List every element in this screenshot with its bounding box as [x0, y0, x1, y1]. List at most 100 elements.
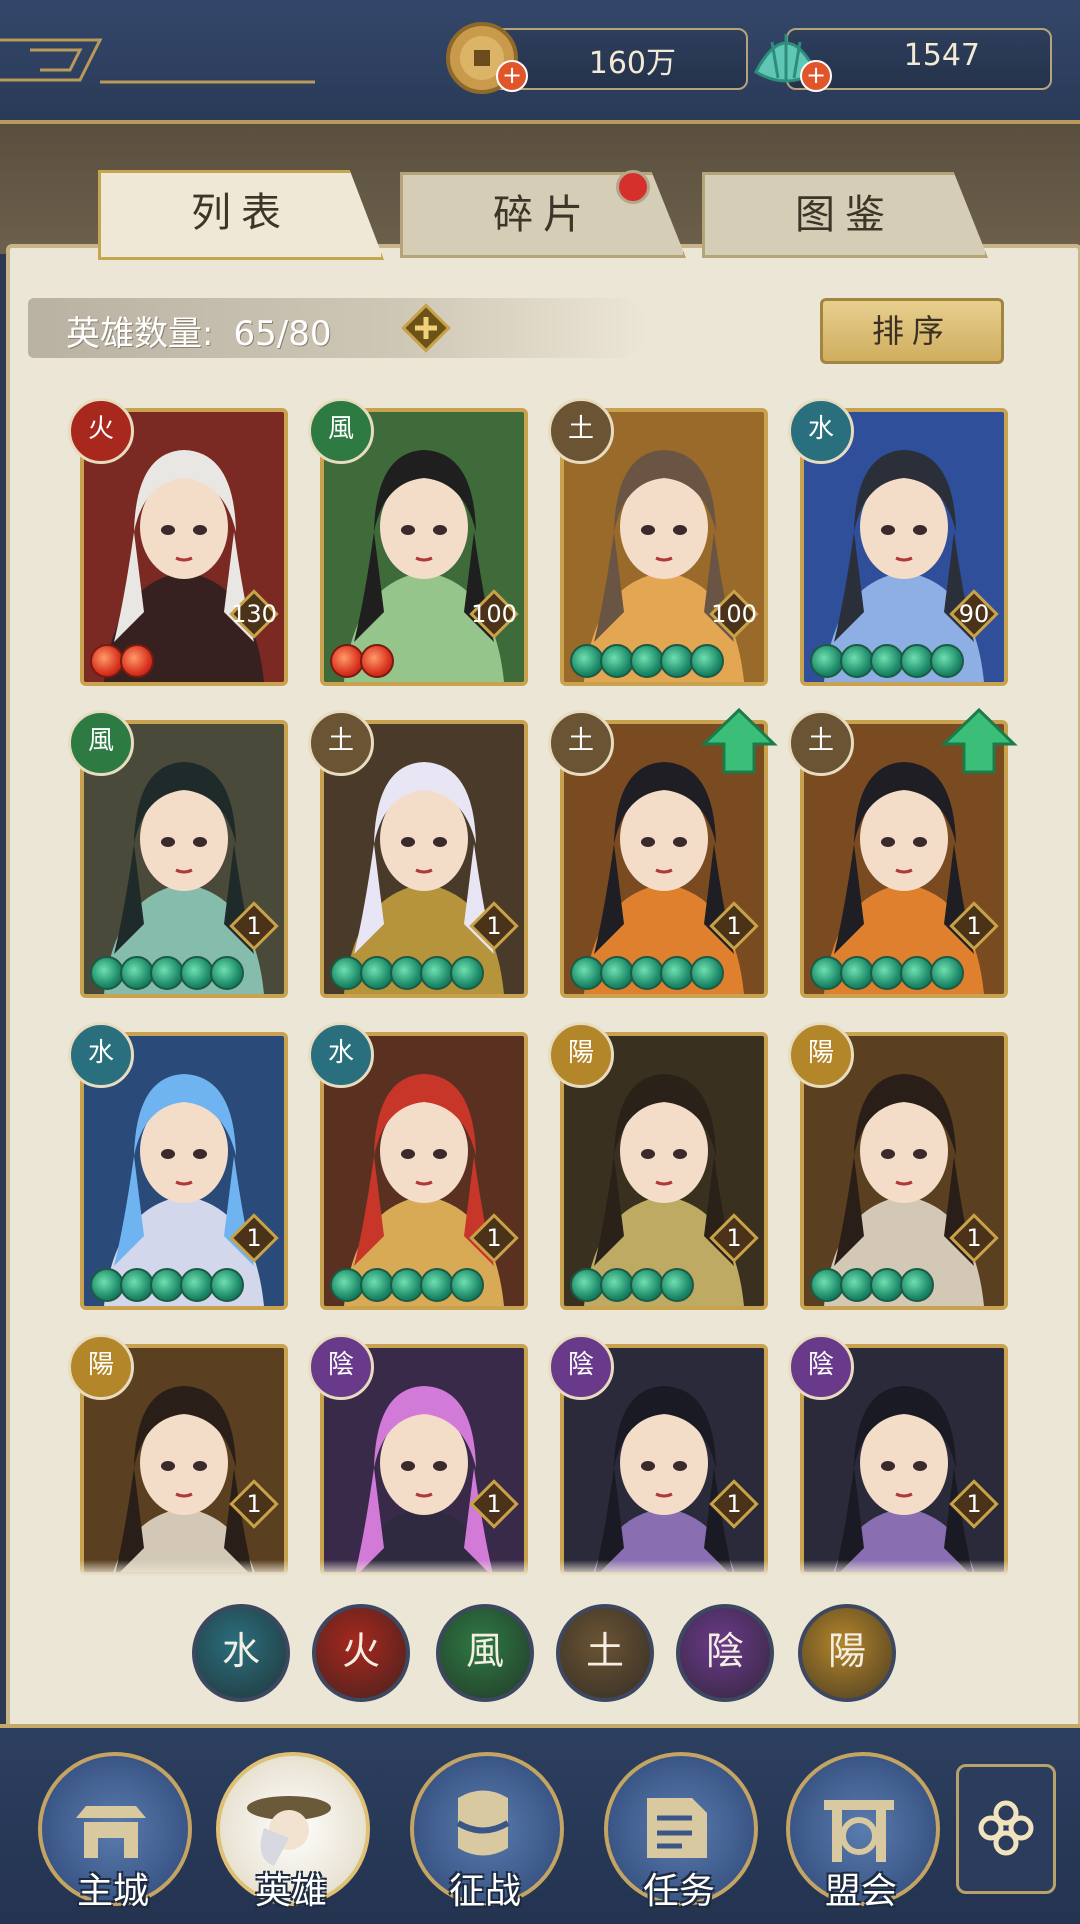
element-filter-button[interactable]: 風: [436, 1604, 534, 1702]
sort-button[interactable]: 排序: [820, 298, 1004, 364]
star-orb-icon: [810, 956, 844, 990]
element-filter-button[interactable]: 火: [312, 1604, 410, 1702]
star-orb-icon: [930, 644, 964, 678]
element-badge: 土: [788, 710, 854, 776]
element-badge: 陽: [788, 1022, 854, 1088]
tab-codex[interactable]: 图鉴: [702, 172, 988, 258]
gem-counter: + 1547: [754, 28, 1052, 92]
element-filter-button[interactable]: 土: [556, 1604, 654, 1702]
hero-level: 1: [966, 1490, 982, 1518]
hero-level: 1: [486, 1490, 502, 1518]
element-filter-bar: 水火風土陰陽: [0, 1600, 1080, 1702]
nav-war-drum[interactable]: 征战: [410, 1752, 564, 1912]
star-orb-icon: [210, 956, 244, 990]
star-orb-icon: [690, 644, 724, 678]
hero-level: 100: [711, 600, 757, 628]
nav-scroll-quest[interactable]: 任务: [604, 1752, 758, 1912]
hero-level: 1: [246, 1224, 262, 1252]
coin-value: 160万: [588, 46, 676, 81]
element-filter-button[interactable]: 陽: [798, 1604, 896, 1702]
star-rating: [90, 1268, 244, 1302]
star-orb-icon: [180, 956, 214, 990]
star-orb-icon: [360, 956, 394, 990]
upgrade-arrow-icon: [700, 707, 778, 774]
element-badge: 風: [308, 398, 374, 464]
star-orb-icon: [330, 956, 364, 990]
star-orb-icon: [900, 956, 934, 990]
star-orb-icon: [330, 644, 364, 678]
star-orb-icon: [870, 956, 904, 990]
menu-button[interactable]: [956, 1764, 1056, 1894]
star-orb-icon: [420, 1268, 454, 1302]
element-badge: 陽: [548, 1022, 614, 1088]
nav-label: 盟会: [824, 1871, 897, 1912]
alliance-gate-icon: [824, 1800, 894, 1862]
star-orb-icon: [630, 644, 664, 678]
nav-alliance-gate[interactable]: 盟会: [786, 1752, 940, 1912]
hero-level: 90: [958, 600, 990, 628]
hero-level: 1: [966, 1224, 982, 1252]
star-orb-icon: [900, 1268, 934, 1302]
element-filter-button[interactable]: 水: [192, 1604, 290, 1702]
star-orb-icon: [180, 1268, 214, 1302]
star-orb-icon: [90, 956, 124, 990]
hero-level: 1: [246, 912, 262, 940]
hero-level: 130: [231, 600, 277, 628]
nav-label: 征战: [448, 1871, 521, 1912]
flower-menu-icon: [978, 1800, 1034, 1856]
star-orb-icon: [930, 956, 964, 990]
nav-label: 任务: [642, 1871, 715, 1912]
star-orb-icon: [390, 1268, 424, 1302]
element-badge: 土: [548, 398, 614, 464]
star-orb-icon: [360, 1268, 394, 1302]
war-drum-icon: [456, 1790, 510, 1856]
ornament-icon: [0, 38, 315, 84]
star-orb-icon: [600, 644, 634, 678]
star-orb-icon: [600, 956, 634, 990]
hero-count-label: 英雄数量:: [66, 314, 214, 354]
star-orb-icon: [630, 956, 664, 990]
add-coins-button[interactable]: +: [496, 60, 528, 92]
star-rating: [90, 644, 154, 678]
tab-list[interactable]: 列表: [98, 170, 384, 260]
nav-label: 主城: [76, 1871, 149, 1912]
star-rating: [330, 644, 394, 678]
element-badge: 陰: [308, 1334, 374, 1400]
star-rating: [90, 956, 244, 990]
hero-portrait-icon: [247, 1796, 331, 1866]
star-orb-icon: [120, 644, 154, 678]
element-filter-button[interactable]: 陰: [676, 1604, 774, 1702]
star-orb-icon: [810, 1268, 844, 1302]
star-orb-icon: [600, 1268, 634, 1302]
star-rating: [570, 956, 724, 990]
hero-level: 1: [726, 1224, 742, 1252]
element-badge: 水: [308, 1022, 374, 1088]
star-orb-icon: [810, 644, 844, 678]
bottom-nav: 主城 英雄 征战 任务 盟会: [0, 1724, 1080, 1924]
expand-capacity-button[interactable]: [400, 302, 452, 354]
star-rating: [810, 956, 964, 990]
star-orb-icon: [660, 956, 694, 990]
star-orb-icon: [570, 644, 604, 678]
star-orb-icon: [660, 644, 694, 678]
star-orb-icon: [570, 1268, 604, 1302]
nav-hero-portrait[interactable]: 英雄: [216, 1752, 370, 1912]
add-gems-button[interactable]: +: [800, 60, 832, 92]
star-orb-icon: [210, 1268, 244, 1302]
element-badge: 水: [788, 398, 854, 464]
star-rating: [330, 956, 484, 990]
nav-label: 英雄: [254, 1871, 327, 1912]
star-orb-icon: [120, 956, 154, 990]
hero-count: 英雄数量: 65/80: [66, 306, 331, 355]
star-orb-icon: [660, 1268, 694, 1302]
star-orb-icon: [390, 956, 424, 990]
star-orb-icon: [840, 956, 874, 990]
notification-dot: [616, 170, 650, 204]
star-orb-icon: [450, 956, 484, 990]
star-orb-icon: [840, 644, 874, 678]
nav-city-gate[interactable]: 主城: [38, 1752, 192, 1912]
top-bar: + 160万 + 1547: [0, 0, 1080, 124]
star-orb-icon: [90, 644, 124, 678]
element-badge: 土: [308, 710, 374, 776]
element-badge: 水: [68, 1022, 134, 1088]
